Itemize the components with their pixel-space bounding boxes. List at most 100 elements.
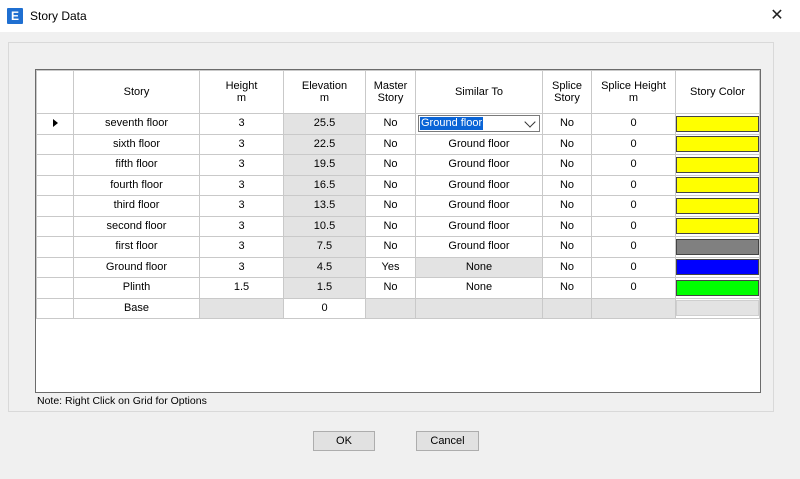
row-selector[interactable] bbox=[36, 297, 74, 319]
cell-story[interactable]: second floor bbox=[73, 215, 200, 237]
row-selector[interactable] bbox=[36, 236, 74, 258]
cell-height[interactable]: 3 bbox=[199, 133, 284, 155]
cell-height[interactable]: 3 bbox=[199, 256, 284, 278]
cell-elevation[interactable]: 7.5 bbox=[283, 236, 366, 258]
cell-splice-story[interactable]: No bbox=[542, 277, 592, 299]
cell-splice-story[interactable]: No bbox=[542, 133, 592, 155]
cell-splice-height[interactable]: 0 bbox=[591, 277, 676, 299]
cell-elevation[interactable]: 25.5 bbox=[283, 113, 366, 135]
cell-splice-story[interactable]: No bbox=[542, 256, 592, 278]
cell-elevation[interactable]: 10.5 bbox=[283, 215, 366, 237]
cell-similar-to[interactable]: Ground floor bbox=[415, 154, 543, 176]
cell-story-color[interactable] bbox=[675, 113, 760, 135]
cell-elevation[interactable]: 4.5 bbox=[283, 256, 366, 278]
row-selector[interactable] bbox=[36, 133, 74, 155]
ok-button[interactable]: OK bbox=[313, 431, 375, 451]
cell-story-color[interactable] bbox=[675, 154, 760, 176]
cell-story-color[interactable] bbox=[675, 195, 760, 217]
row-selector[interactable] bbox=[36, 277, 74, 299]
cell-splice-height[interactable]: 0 bbox=[591, 174, 676, 196]
cell-similar-to[interactable]: Ground floor bbox=[415, 113, 543, 135]
close-button[interactable]: ✕ bbox=[762, 4, 792, 28]
cell-master-story[interactable]: No bbox=[365, 195, 416, 217]
cell-height[interactable]: 3 bbox=[199, 154, 284, 176]
row-selector[interactable] bbox=[36, 113, 74, 135]
cell-story[interactable]: Plinth bbox=[73, 277, 200, 299]
cell-master-story[interactable]: No bbox=[365, 113, 416, 135]
cell-story[interactable]: seventh floor bbox=[73, 113, 200, 135]
cell-story-color[interactable] bbox=[675, 256, 760, 278]
table-row[interactable]: first floor 3 7.5 No Ground floor No 0 bbox=[36, 236, 760, 258]
cell-splice-story[interactable]: No bbox=[542, 113, 592, 135]
cancel-button[interactable]: Cancel bbox=[416, 431, 479, 451]
cell-story[interactable]: first floor bbox=[73, 236, 200, 258]
chevron-down-icon[interactable] bbox=[524, 116, 536, 128]
cell-similar-to[interactable]: None bbox=[415, 256, 543, 278]
story-color-swatch[interactable] bbox=[676, 259, 759, 276]
story-color-swatch[interactable] bbox=[676, 136, 759, 153]
cell-height[interactable] bbox=[199, 297, 284, 319]
cell-story-color[interactable] bbox=[675, 297, 760, 319]
cell-master-story[interactable]: Yes bbox=[365, 256, 416, 278]
table-row[interactable]: seventh floor 3 25.5 No Ground floor No 0 bbox=[36, 113, 760, 135]
cell-story[interactable]: third floor bbox=[73, 195, 200, 217]
row-selector[interactable] bbox=[36, 215, 74, 237]
story-color-swatch[interactable] bbox=[676, 177, 759, 194]
row-selector[interactable] bbox=[36, 256, 74, 278]
cell-splice-height[interactable]: 0 bbox=[591, 154, 676, 176]
cell-story-color[interactable] bbox=[675, 133, 760, 155]
cell-height[interactable]: 3 bbox=[199, 236, 284, 258]
cell-height[interactable]: 3 bbox=[199, 174, 284, 196]
cell-master-story[interactable] bbox=[365, 297, 416, 319]
cell-height[interactable]: 3 bbox=[199, 215, 284, 237]
row-selector[interactable] bbox=[36, 195, 74, 217]
cell-story-color[interactable] bbox=[675, 215, 760, 237]
cell-master-story[interactable]: No bbox=[365, 236, 416, 258]
story-color-swatch[interactable] bbox=[676, 238, 759, 255]
cell-similar-to[interactable]: Ground floor bbox=[415, 133, 543, 155]
cell-story[interactable]: sixth floor bbox=[73, 133, 200, 155]
cell-splice-story[interactable]: No bbox=[542, 236, 592, 258]
table-row[interactable]: Plinth 1.5 1.5 No None No 0 bbox=[36, 277, 760, 299]
cell-master-story[interactable]: No bbox=[365, 154, 416, 176]
story-color-swatch[interactable] bbox=[676, 279, 759, 296]
cell-height[interactable]: 3 bbox=[199, 113, 284, 135]
cell-splice-height[interactable]: 0 bbox=[591, 195, 676, 217]
cell-elevation[interactable]: 0 bbox=[283, 297, 366, 319]
story-color-swatch[interactable] bbox=[676, 156, 759, 173]
cell-splice-height[interactable]: 0 bbox=[591, 113, 676, 135]
cell-height[interactable]: 1.5 bbox=[199, 277, 284, 299]
cell-splice-height[interactable]: 0 bbox=[591, 236, 676, 258]
cell-story-color[interactable] bbox=[675, 236, 760, 258]
cell-splice-story[interactable]: No bbox=[542, 174, 592, 196]
cell-splice-height[interactable]: 0 bbox=[591, 256, 676, 278]
cell-elevation[interactable]: 13.5 bbox=[283, 195, 366, 217]
cell-elevation[interactable]: 19.5 bbox=[283, 154, 366, 176]
story-color-swatch[interactable] bbox=[676, 197, 759, 214]
cell-similar-to[interactable]: Ground floor bbox=[415, 195, 543, 217]
table-row[interactable]: third floor 3 13.5 No Ground floor No 0 bbox=[36, 195, 760, 217]
similar-to-dropdown[interactable]: Ground floor bbox=[418, 115, 540, 133]
cell-height[interactable]: 3 bbox=[199, 195, 284, 217]
cell-elevation[interactable]: 1.5 bbox=[283, 277, 366, 299]
cell-story-color[interactable] bbox=[675, 277, 760, 299]
cell-similar-to[interactable]: Ground floor bbox=[415, 236, 543, 258]
table-row[interactable]: Ground floor 3 4.5 Yes None No 0 bbox=[36, 256, 760, 278]
cell-elevation[interactable]: 16.5 bbox=[283, 174, 366, 196]
cell-splice-height[interactable]: 0 bbox=[591, 215, 676, 237]
table-row[interactable]: Base 0 bbox=[36, 297, 760, 319]
cell-story[interactable]: Base bbox=[73, 297, 200, 319]
row-selector[interactable] bbox=[36, 174, 74, 196]
table-row[interactable]: fourth floor 3 16.5 No Ground floor No 0 bbox=[36, 174, 760, 196]
story-data-grid[interactable]: Story Height m Elevation m Master Story Sim… bbox=[35, 69, 761, 393]
cell-similar-to[interactable]: Ground floor bbox=[415, 174, 543, 196]
story-color-swatch[interactable] bbox=[676, 218, 759, 235]
cell-splice-story[interactable] bbox=[542, 297, 592, 319]
cell-story[interactable]: fifth floor bbox=[73, 154, 200, 176]
cell-similar-to[interactable]: None bbox=[415, 277, 543, 299]
cell-similar-to[interactable]: Ground floor bbox=[415, 215, 543, 237]
table-row[interactable]: fifth floor 3 19.5 No Ground floor No 0 bbox=[36, 154, 760, 176]
cell-story[interactable]: fourth floor bbox=[73, 174, 200, 196]
cell-splice-story[interactable]: No bbox=[542, 195, 592, 217]
cell-splice-height[interactable] bbox=[591, 297, 676, 319]
